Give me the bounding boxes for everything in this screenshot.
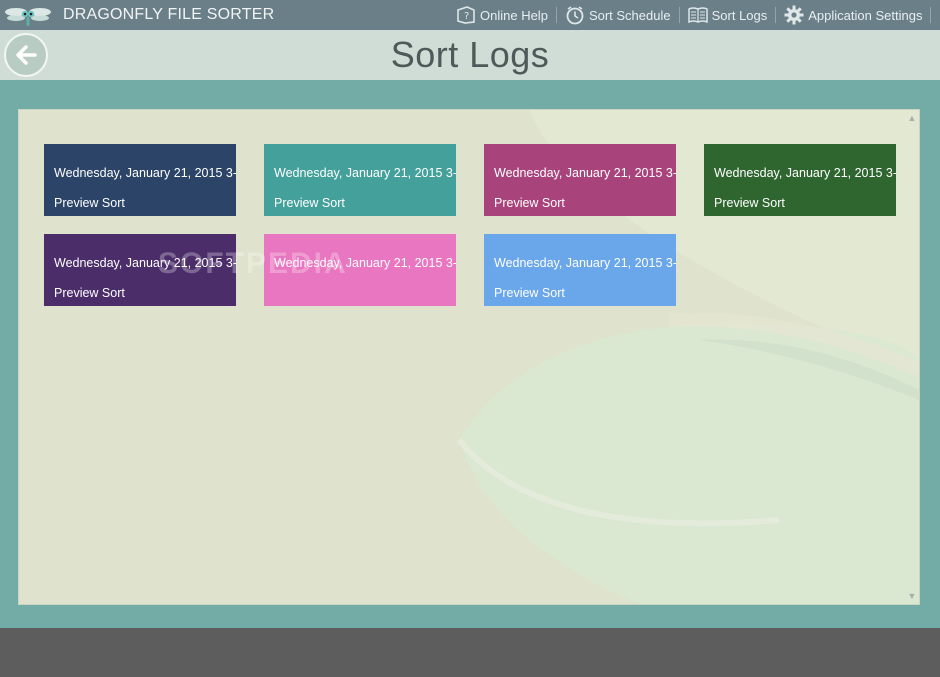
sort-schedule-label: Sort Schedule — [588, 7, 671, 23]
page-title: Sort Logs — [390, 34, 550, 75]
content-area: Wednesday, January 21, 2015 3- Preview S… — [0, 80, 940, 628]
scroll-up-arrow[interactable]: ▲ — [907, 113, 917, 123]
log-type: Preview Sort — [714, 196, 785, 210]
log-tile[interactable]: Wednesday, January 21, 2015 3- Preview S… — [264, 144, 456, 216]
app-title: DRAGONFLY FILE SORTER — [63, 6, 275, 23]
log-date: Wednesday, January 21, 2015 3- — [494, 256, 676, 270]
menu-separator — [930, 7, 932, 23]
gear-icon — [784, 5, 804, 25]
online-help-link[interactable]: ? Online Help — [452, 0, 552, 30]
menu-separator — [678, 7, 680, 23]
log-tile[interactable]: Wednesday, January 21, 2015 3- Preview S… — [484, 144, 676, 216]
sort-logs-link[interactable]: Sort Logs — [684, 0, 772, 30]
dragonfly-logo-icon — [5, 8, 51, 26]
application-settings-link[interactable]: Application Settings — [780, 0, 926, 30]
online-help-label: Online Help — [480, 7, 548, 23]
log-date: Wednesday, January 21, 2015 3- — [54, 256, 236, 270]
log-type: Preview Sort — [494, 196, 565, 210]
log-tile[interactable]: Wednesday, January 21, 2015 3- Preview S… — [484, 234, 676, 306]
open-book-icon — [687, 7, 708, 24]
log-type: Preview Sort — [54, 196, 125, 210]
log-date: Wednesday, January 21, 2015 3- — [274, 256, 456, 270]
logs-panel: Wednesday, January 21, 2015 3- Preview S… — [18, 109, 920, 605]
menu-separator — [555, 7, 557, 23]
log-date: Wednesday, January 21, 2015 3- — [494, 166, 676, 180]
application-settings-label: Application Settings — [808, 7, 923, 23]
clock-icon — [566, 6, 584, 25]
log-type: Preview Sort — [274, 196, 345, 210]
close-button[interactable]: ✕ — [935, 0, 940, 30]
log-tile[interactable]: Wednesday, January 21, 2015 3- Preview S… — [44, 144, 236, 216]
top-menu: ? Online Help Sort Schedule Sort Logs Ap… — [452, 0, 940, 30]
title-bar: DRAGONFLY FILE SORTER ? Online Help Sort… — [0, 0, 940, 30]
svg-text:?: ? — [464, 11, 469, 22]
log-type: Preview Sort — [54, 286, 125, 300]
log-tile[interactable]: Wednesday, January 21, 2015 3- Preview S… — [704, 144, 896, 216]
log-tile[interactable]: Wednesday, January 21, 2015 3- Preview S… — [44, 234, 236, 306]
log-tile[interactable]: Wednesday, January 21, 2015 3- — [264, 234, 456, 306]
sort-logs-label: Sort Logs — [711, 7, 768, 23]
sort-schedule-link[interactable]: Sort Schedule — [561, 0, 675, 30]
footer-bar — [0, 628, 940, 677]
help-book-icon: ? — [457, 6, 475, 24]
scroll-down-arrow[interactable]: ▼ — [907, 591, 917, 601]
log-type: Preview Sort — [494, 286, 565, 300]
log-date: Wednesday, January 21, 2015 3- — [54, 166, 236, 180]
menu-separator — [775, 7, 777, 23]
log-date: Wednesday, January 21, 2015 3- — [714, 166, 896, 180]
log-date: Wednesday, January 21, 2015 3- — [274, 166, 456, 180]
page-header: Sort Logs — [0, 30, 940, 80]
